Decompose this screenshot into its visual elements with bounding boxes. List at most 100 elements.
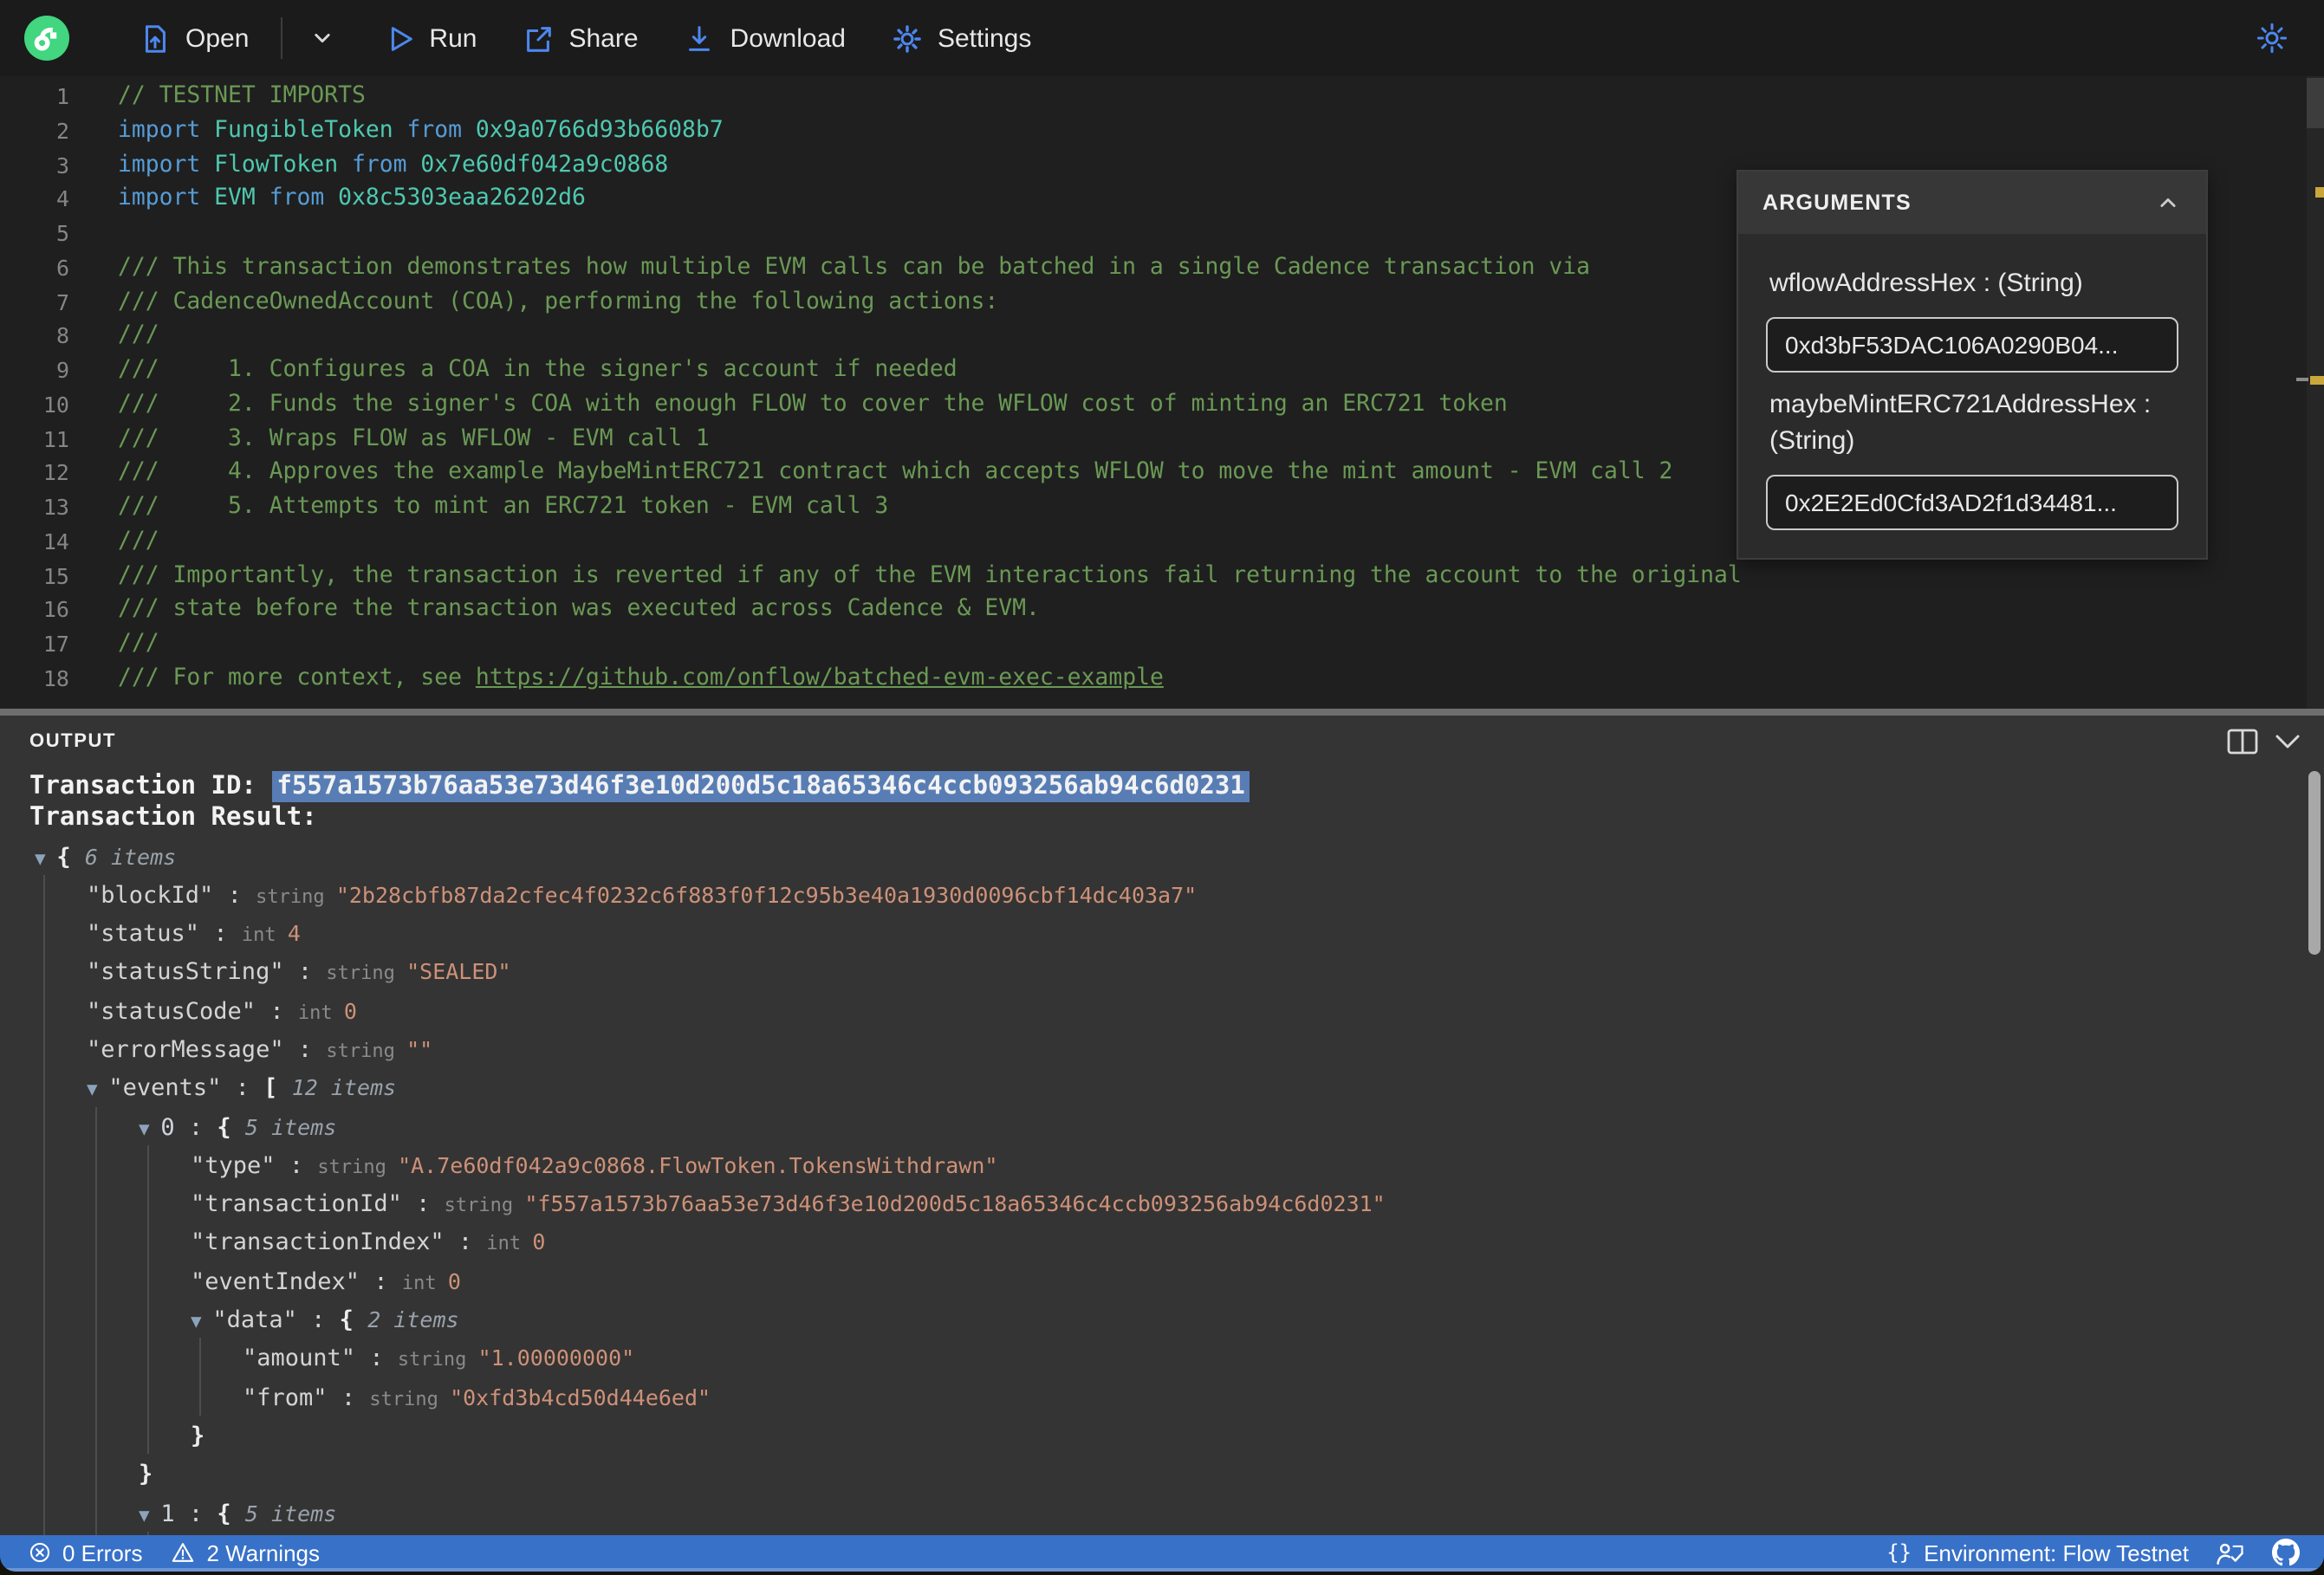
argument-input-maybeMintERC721AddressHex[interactable] — [1766, 475, 2178, 530]
code-token: /// — [118, 322, 159, 349]
code-token: /// This transaction demonstrates how mu… — [118, 254, 1591, 281]
json-type: string — [369, 1387, 451, 1410]
indent-guide — [95, 1261, 97, 1300]
code-text: /// This transaction demonstrates how mu… — [118, 251, 1590, 286]
indent-guide — [43, 913, 45, 952]
json-sep: : — [256, 997, 298, 1026]
json-type: string — [317, 1155, 399, 1178]
json-key: "blockId" — [87, 881, 214, 910]
code-line[interactable]: 16 /// state before the transaction was e… — [0, 593, 2324, 628]
environment-status[interactable]: {} Environment: Flow Testnet — [1886, 1540, 2189, 1566]
line-number: 12 — [42, 459, 69, 486]
code-line[interactable]: 15 /// Importantly, the transaction is re… — [0, 559, 2324, 593]
output-scrollbar-thumb[interactable] — [2308, 770, 2321, 954]
argument-input-wflowAddressHex[interactable] — [1766, 317, 2178, 373]
github-icon[interactable] — [2272, 1539, 2300, 1567]
share-icon — [527, 26, 552, 51]
collapse-arrow-icon[interactable]: ▼ — [139, 1505, 160, 1526]
json-type: string — [326, 962, 407, 985]
code-token: 0x9a0766d93b6608b7 — [475, 117, 724, 144]
json-tree-row: "type" : string "A.7e60df042a9c0868.Flow… — [0, 1531, 2307, 1534]
chevron-down-icon[interactable] — [2274, 730, 2301, 751]
theme-toggle-button[interactable] — [2255, 21, 2289, 55]
code-text: /// For more context, see https://github… — [118, 662, 1164, 697]
indent-guide — [147, 1338, 149, 1377]
json-tree-row: "amount" : string "1.00000000" — [0, 1338, 2307, 1377]
line-number: 1 — [55, 83, 69, 109]
arguments-panel: ARGUMENTS wflowAddressHex : (String) may… — [1737, 170, 2208, 560]
json-brace: { — [339, 1306, 368, 1335]
indent-guide — [43, 1377, 45, 1416]
screen: Open Run Share Download Settings 1 // TE… — [0, 0, 2324, 1575]
code-line[interactable]: 1 // TESTNET IMPORTS — [0, 80, 2324, 114]
download-icon — [689, 25, 711, 50]
line-number: 10 — [42, 391, 69, 418]
line-number: 7 — [55, 288, 69, 315]
json-sep: : — [221, 1074, 264, 1103]
indent-guide — [147, 1377, 149, 1416]
line-number: 14 — [42, 528, 69, 554]
arguments-title: ARGUMENTS — [1762, 191, 1912, 215]
flow-logo-icon[interactable] — [24, 16, 69, 61]
json-brace: } — [139, 1461, 153, 1489]
collapse-arrow-icon[interactable]: ▼ — [191, 1312, 212, 1332]
app-window: Open Run Share Download Settings 1 // TE… — [0, 0, 2324, 1572]
errors-status[interactable]: 0 Errors — [28, 1540, 142, 1566]
indent-guide — [43, 1338, 45, 1377]
open-file-icon — [145, 24, 166, 52]
code-text: /// — [118, 320, 159, 354]
indent-guide — [147, 1300, 149, 1338]
json-brace: } — [191, 1422, 205, 1450]
split-panel-icon[interactable] — [2227, 727, 2258, 755]
code-line[interactable]: 18 /// For more context, see https://gith… — [0, 662, 2324, 697]
json-tree-row: "statusString" : string "SEALED" — [0, 951, 2307, 991]
json-val: 0 — [532, 1228, 546, 1255]
warnings-status[interactable]: 2 Warnings — [170, 1540, 320, 1566]
open-label: Open — [185, 23, 250, 53]
download-button[interactable]: Download — [684, 22, 846, 55]
line-number: 17 — [42, 631, 69, 658]
arguments-panel-header[interactable]: ARGUMENTS — [1738, 172, 2206, 234]
indent-guide — [43, 1261, 45, 1300]
settings-button[interactable]: Settings — [891, 22, 1031, 55]
code-token: EVM — [214, 185, 269, 212]
run-button[interactable]: Run — [382, 22, 477, 55]
json-val: "0xfd3b4cd50d44e6ed" — [450, 1384, 711, 1410]
code-text: /// CadenceOwnedAccount (COA), performin… — [118, 285, 998, 320]
json-sep: : — [355, 1345, 398, 1373]
indent-guide — [95, 1222, 97, 1261]
person-feedback-icon[interactable] — [2215, 1540, 2246, 1566]
code-editor[interactable]: 1 // TESTNET IMPORTS 2 import FungibleToken… — [0, 76, 2324, 708]
settings-label: Settings — [937, 23, 1032, 53]
share-button[interactable]: Share — [522, 22, 639, 55]
panel-resize-divider[interactable] — [0, 708, 2324, 715]
open-button[interactable]: Open — [139, 22, 249, 55]
indent-guide — [43, 1183, 45, 1222]
json-tree-row: "errorMessage" : string "" — [0, 1028, 2307, 1068]
code-line[interactable]: 2 import FungibleToken from 0x9a0766d93b6… — [0, 114, 2324, 149]
indent-guide — [43, 1106, 45, 1145]
transaction-id-value: f557a1573b76aa53e73d46f3e10d200d5c18a653… — [271, 770, 1250, 801]
code-line[interactable]: 17 /// — [0, 628, 2324, 663]
code-text: /// 5. Attempts to mint an ERC721 token … — [118, 490, 888, 525]
json-tree-row: ▼ "events" : [ 12 items — [0, 1067, 2307, 1107]
editor-overview-ruler — [2307, 76, 2324, 708]
open-dropdown-button[interactable] — [306, 23, 337, 54]
collapse-arrow-icon[interactable]: ▼ — [35, 848, 56, 869]
editor-scrollbar-thumb[interactable] — [2307, 78, 2324, 128]
json-val: "" — [406, 1035, 433, 1062]
json-tree-row: "transactionId" : string "f557a1573b76aa… — [0, 1183, 2307, 1222]
json-type: string — [397, 1348, 478, 1371]
json-idx: 1 — [160, 1500, 175, 1528]
line-number: 3 — [55, 152, 69, 178]
code-text: /// — [118, 525, 159, 560]
json-val: "SEALED" — [406, 958, 511, 985]
line-number: 15 — [42, 562, 69, 589]
indent-guide — [147, 1144, 149, 1184]
code-token: https://github.com/onflow/batched-evm-ex… — [475, 665, 1164, 692]
chevron-up-icon[interactable] — [2154, 189, 2182, 217]
collapse-arrow-icon[interactable]: ▼ — [139, 1118, 160, 1139]
code-token: FungibleToken — [214, 117, 407, 144]
code-token: 0x7e60df042a9c0868 — [420, 152, 669, 178]
collapse-arrow-icon[interactable]: ▼ — [87, 1080, 108, 1101]
